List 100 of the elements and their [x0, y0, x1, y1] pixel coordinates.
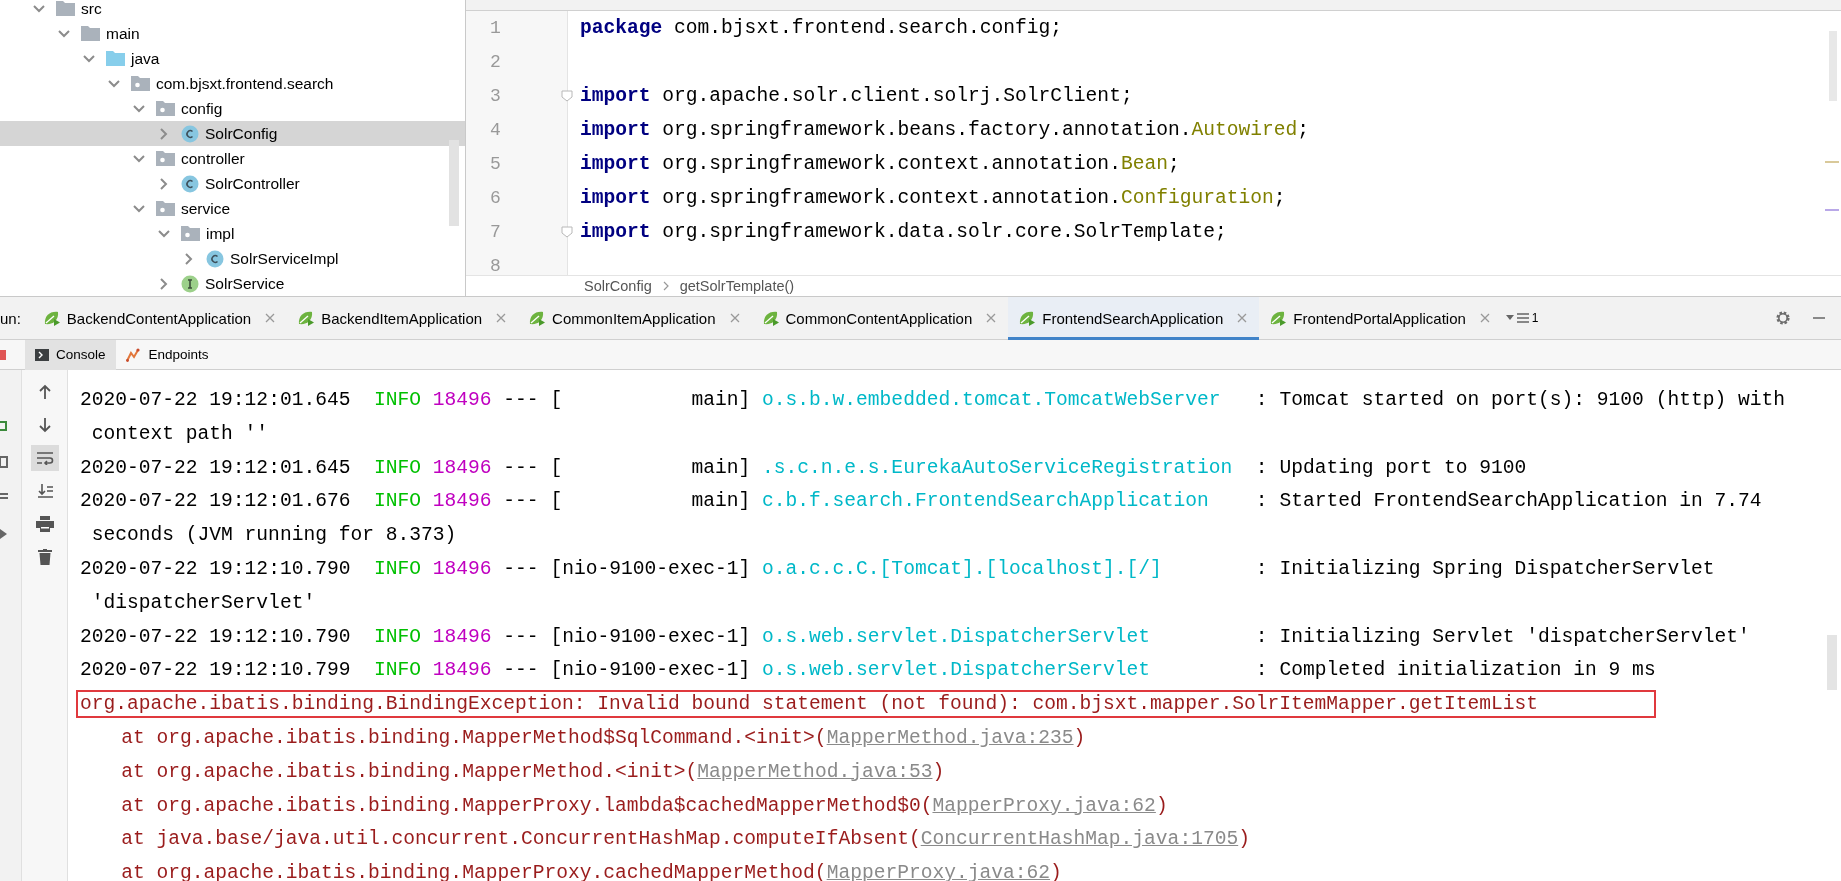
close-icon[interactable]	[1479, 313, 1490, 323]
soft-wrap-button[interactable]	[30, 445, 59, 471]
error-message: org.apache.ibatis.binding.BindingException: Invalid bound statement (not found): com.bjsxt.mapper.SolrItemMapper.getItemList	[76, 690, 1656, 719]
code-line: import org.springframework.beans.factory.annotation.Autowired;	[580, 119, 1310, 141]
chevron-down-icon[interactable]	[132, 203, 146, 214]
log-line: 2020-07-22 19:12:01.645 INFO 18496 --- [ main] .s.c.n.e.s.EurekaAutoServiceRegistration : Updating port to 9100	[80, 456, 1527, 479]
package-icon	[156, 151, 175, 166]
settings-icon[interactable]	[1775, 310, 1791, 326]
run-tab[interactable]: CommonContentApplication	[751, 296, 1009, 340]
code-line: import org.springframework.context.annotation.Bean;	[580, 153, 1180, 175]
chevron-down-icon[interactable]	[82, 53, 96, 64]
class-icon	[181, 174, 199, 193]
chevron-down-icon[interactable]	[32, 3, 46, 14]
run-tab[interactable]: BackendItemApplication	[287, 296, 519, 340]
leaf-icon	[761, 310, 780, 326]
wrap-icon	[35, 451, 54, 465]
chevron-down-icon[interactable]	[132, 103, 146, 114]
breadcrumb[interactable]: getSolrTemplate()	[679, 278, 795, 294]
leaf-icon	[528, 310, 547, 326]
chevron-right-icon	[661, 281, 670, 291]
play-icon[interactable]	[0, 528, 8, 540]
scrollbar[interactable]	[1827, 635, 1837, 690]
line-number: 8	[490, 256, 501, 275]
stack-trace-line: at org.apache.ibatis.binding.MapperMethod$SqlCommand.<init>(MapperMethod.java:235)	[120, 726, 1086, 749]
line-number: 4	[490, 120, 501, 140]
endpoints-icon	[125, 347, 142, 362]
console-icon	[35, 348, 49, 361]
minimize-icon[interactable]	[1813, 316, 1825, 320]
stop-icon[interactable]	[0, 349, 6, 360]
tree-item[interactable]: main	[0, 21, 465, 46]
fold-icon[interactable]	[561, 90, 573, 102]
tree-item[interactable]: config	[0, 96, 465, 121]
folder-icon	[56, 1, 75, 16]
tree-item[interactable]: src	[0, 0, 465, 21]
log-line: seconds (JVM running for 8.373)	[90, 524, 457, 547]
leaf-icon	[297, 310, 316, 326]
chevron-down-icon[interactable]	[57, 28, 71, 39]
chevron-down-icon[interactable]	[132, 153, 146, 164]
code-line: import org.springframework.context.annotation.Configuration;	[580, 187, 1286, 209]
close-icon[interactable]	[986, 313, 997, 323]
stack-trace-line: at java.base/java.util.concurrent.ConcurrentHashMap.computeIfAbsent(ConcurrentHashMap.java:1705)	[120, 828, 1250, 851]
interface-icon	[181, 274, 199, 293]
tree-item[interactable]: SolrServiceImpl	[0, 246, 465, 271]
panel-title: un:	[0, 309, 21, 327]
scroll-to-end-icon[interactable]	[36, 483, 53, 499]
caret-icon	[1505, 315, 1514, 321]
log-line: 2020-07-22 19:12:10.790 INFO 18496 --- [nio-9100-exec-1] o.a.c.c.C.[Tomcat].[localhost].[/] : Initializing Spring DispatcherServlet	[80, 558, 1715, 580]
log-line: context path ''	[90, 422, 269, 445]
folder-icon	[106, 51, 125, 66]
tab-overflow-button[interactable]: 1	[1501, 311, 1543, 325]
tree-item[interactable]: SolrConfig	[0, 121, 465, 146]
list-icon	[1516, 313, 1529, 323]
trash-icon[interactable]	[37, 549, 52, 565]
tree-item[interactable]: service	[0, 196, 465, 221]
tree-item[interactable]: impl	[0, 221, 465, 246]
run-tab[interactable]: FrontendSearchApplication	[1008, 296, 1260, 340]
log-line: 2020-07-22 19:12:01.645 INFO 18496 --- [ main] o.s.b.w.embedded.tomcat.TomcatWebServer : Tomcat started on port(s): 9100 (http) with	[80, 389, 1785, 411]
line-number: 2	[490, 52, 501, 72]
close-icon[interactable]	[265, 313, 276, 323]
leaf-icon	[1018, 310, 1037, 326]
stack-trace-line: at org.apache.ibatis.binding.MapperMethod.<init>(MapperMethod.java:53)	[120, 760, 945, 783]
log-line: 2020-07-22 19:12:01.676 INFO 18496 --- [ main] c.b.f.search.FrontendSearchApplication : Started FrontendSearchApplication in 7.74	[80, 490, 1762, 513]
tree-item[interactable]: SolrController	[0, 171, 465, 196]
folder-icon	[81, 26, 100, 41]
leaf-icon	[1269, 310, 1288, 326]
tree-item[interactable]: SolrService	[0, 271, 465, 296]
close-icon[interactable]	[729, 313, 740, 323]
chevron-down-icon[interactable]	[107, 78, 121, 89]
code-line: import org.apache.solr.client.solrj.SolrClient;	[580, 85, 1133, 107]
package-icon	[156, 201, 175, 216]
code-line: import org.springframework.data.solr.core.SolrTemplate;	[580, 221, 1227, 243]
line-number: 6	[490, 188, 501, 208]
chevron-down-icon[interactable]	[157, 228, 171, 239]
tree-item[interactable]: com.bjsxt.frontend.search	[0, 71, 465, 96]
console-tab[interactable]: Console	[25, 339, 116, 370]
down-arrow-icon[interactable]	[37, 417, 52, 433]
tree-item[interactable]: java	[0, 46, 465, 71]
tree-item[interactable]: controller	[0, 146, 465, 171]
package-icon	[156, 101, 175, 116]
close-icon[interactable]	[1237, 313, 1248, 323]
close-icon[interactable]	[496, 313, 507, 323]
line-number: 1	[490, 18, 501, 38]
log-line: 'dispatcherServlet'	[90, 591, 316, 614]
fold-icon[interactable]	[561, 226, 573, 238]
run-tab[interactable]: BackendContentApplication	[32, 296, 288, 340]
console-tab[interactable]: Endpoints	[115, 339, 219, 370]
run-tab[interactable]: CommonItemApplication	[518, 296, 752, 340]
run-tab[interactable]: FrontendPortalApplication	[1259, 296, 1502, 340]
package-icon	[181, 226, 200, 241]
code-line: package com.bjsxt.frontend.search.config;	[580, 17, 1063, 39]
up-arrow-icon[interactable]	[37, 384, 52, 400]
class-icon	[206, 249, 224, 268]
breadcrumb[interactable]: SolrConfig	[584, 278, 652, 294]
log-line: 2020-07-22 19:12:10.790 INFO 18496 --- [nio-9100-exec-1] o.s.web.servlet.DispatcherServlet : Initializing Servlet 'dispatcherServlet'	[80, 625, 1750, 648]
scrollbar[interactable]	[449, 140, 459, 226]
class-icon	[181, 124, 199, 143]
line-number: 7	[490, 222, 501, 242]
line-number: 3	[490, 86, 501, 106]
stack-trace-line: at org.apache.ibatis.binding.MapperProxy.lambda$cachedMapperMethod$0(MapperProxy.java:62)	[120, 794, 1168, 817]
print-icon[interactable]	[35, 516, 54, 532]
